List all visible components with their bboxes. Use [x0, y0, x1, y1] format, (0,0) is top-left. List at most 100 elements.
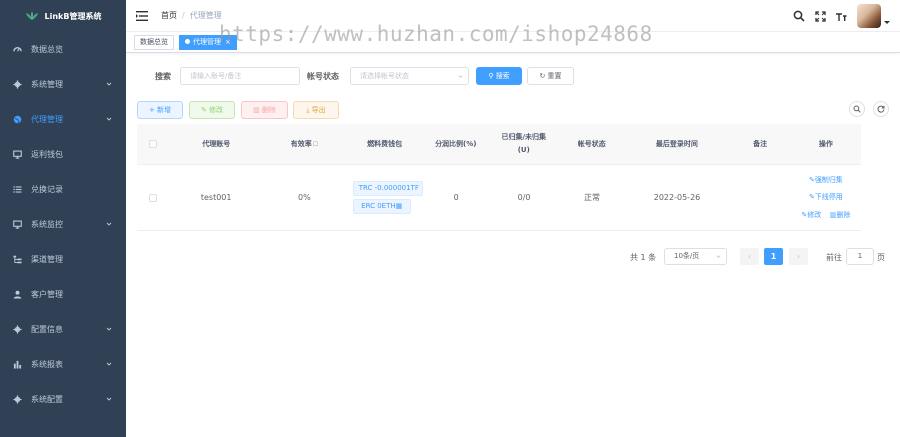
breadcrumb-home[interactable]: 首页: [161, 11, 177, 20]
sidebar-item-label: 配置信息: [31, 325, 63, 334]
bar-chart-icon: [12, 360, 22, 370]
header-last-login: 最后登录时间: [655, 139, 698, 148]
page-number-button[interactable]: 1: [764, 248, 783, 265]
avatar[interactable]: [857, 4, 881, 28]
add-button[interactable]: + 新增: [137, 101, 183, 119]
edit-button[interactable]: ✎ 修改: [189, 101, 235, 119]
search-input[interactable]: 请输入账号/备注: [180, 67, 300, 85]
page-size-value: 10条/页: [674, 252, 700, 260]
export-button-label: 导出: [311, 106, 326, 114]
goto-label: 前往: [826, 253, 842, 262]
header-select-cell: [137, 124, 169, 164]
chevron-down-icon: [716, 255, 721, 258]
header-actions: 操作: [818, 139, 833, 148]
chevron-right-icon: ›: [796, 252, 801, 261]
force-collect-label: 强制归集: [814, 175, 843, 184]
row-select-cell: [137, 165, 169, 230]
trash-icon: ▥: [253, 106, 260, 114]
row-edit-link[interactable]: ✎修改: [801, 211, 821, 219]
offline-link[interactable]: ✎下线停用: [809, 189, 843, 206]
search-icon[interactable]: [792, 9, 806, 23]
sidebar-item[interactable]: 渠道管理: [0, 242, 126, 277]
sidebar-item[interactable]: 系统管理: [0, 67, 126, 102]
sidebar-item[interactable]: 配置信息: [0, 312, 126, 347]
sidebar-item-label: 渠道管理: [31, 255, 63, 264]
row-edit-label: 修改: [807, 210, 822, 219]
app-logo[interactable]: LinkB管理系统: [0, 0, 126, 32]
reset-button[interactable]: ↻ 重置: [527, 67, 574, 85]
export-button[interactable]: ⤓ 导出: [293, 101, 339, 119]
refresh-table-button[interactable]: [873, 101, 889, 117]
sidebar-item[interactable]: 返利钱包: [0, 137, 126, 172]
sidebar-item[interactable]: 兑换记录: [0, 172, 126, 207]
sidebar: LinkB管理系统 数据总览系统管理 代理管理 返利钱包 兑换记录 系统监控渠道管理客户…: [0, 0, 126, 437]
cell-account: test001: [200, 193, 232, 202]
table-header: 代理账号 有效率 ☐ 燃料费钱包 分润比例(%) 已归集/未归集 (U) 帐号状态 …: [137, 124, 861, 165]
font-size-icon[interactable]: [834, 9, 848, 23]
sidebar-item-label: 客户管理: [31, 290, 63, 299]
qrcode-icon: ▦: [395, 202, 403, 210]
sidebar-item[interactable]: 数据总览: [0, 32, 126, 67]
refresh-icon: ↻: [539, 72, 546, 80]
logo-icon: [25, 11, 38, 20]
offline-label: 下线停用: [814, 192, 843, 201]
search-label: 搜索: [155, 72, 171, 81]
header-collected-unit: (U): [517, 146, 530, 154]
force-collect-link[interactable]: ✎强制归集: [809, 172, 843, 189]
sidebar-menu: 数据总览系统管理 代理管理 返利钱包 兑换记录 系统监控渠道管理客户管理配置信息系统报表…: [0, 32, 126, 417]
search-button-label: 搜索: [495, 72, 510, 80]
delete-button[interactable]: ▥ 删除: [241, 101, 288, 119]
monitor-icon: [12, 220, 22, 230]
delete-button-label: 删除: [261, 106, 276, 114]
header-share-ratio: 分润比例(%): [435, 139, 477, 148]
add-button-label: 新增: [157, 106, 172, 114]
search-icon: [853, 105, 861, 113]
cell-status: 正常: [583, 193, 600, 202]
wallet-trc-tag[interactable]: TRC -0.000001TF: [352, 181, 423, 196]
prev-page-button[interactable]: ‹: [740, 248, 759, 265]
sidebar-item[interactable]: 客户管理: [0, 277, 126, 312]
cell-actions: ✎强制归集 ✎下线停用 ✎修改 ▥删除: [791, 165, 861, 230]
status-select[interactable]: 请选择帐号状态: [350, 67, 469, 85]
cell-collected: 0/0: [517, 193, 531, 202]
chevron-down-icon: [106, 222, 112, 226]
wallet-erc-label: ERC 0ETH: [361, 202, 396, 210]
sidebar-item[interactable]: 系统配置: [0, 382, 126, 417]
search-button[interactable]: ⚲ 搜索: [476, 67, 522, 85]
status-label: 帐号状态: [307, 72, 339, 81]
sidebar-item[interactable]: 系统监控: [0, 207, 126, 242]
pagination-total: 共 1 条: [630, 253, 657, 262]
status-select-placeholder: 请选择帐号状态: [360, 72, 409, 80]
breadcrumb-current: 代理管理: [189, 11, 222, 20]
row-action-pair: ✎修改 ▥删除: [801, 206, 850, 224]
next-page-button[interactable]: ›: [789, 248, 808, 265]
chevron-down-icon: [106, 82, 112, 86]
fullscreen-icon[interactable]: [813, 9, 827, 23]
wallet-erc-tag[interactable]: ERC 0ETH▦: [352, 199, 411, 214]
page-size-select[interactable]: 10条/页: [664, 248, 727, 265]
tree-icon: [12, 255, 22, 265]
tag-dashboard[interactable]: 数据总览: [134, 35, 174, 50]
sidebar-item[interactable]: 系统报表: [0, 347, 126, 382]
edit-icon: ✎: [200, 106, 207, 114]
cell-fuel-wallet: TRC -0.000001TF ERC 0ETH▦: [346, 165, 424, 230]
watermark: https://www.huzhan.com/ishop24868: [219, 22, 653, 46]
hamburger-icon[interactable]: [136, 10, 148, 22]
row-checkbox[interactable]: [149, 193, 158, 202]
header-efficiency-label: 有效率: [290, 139, 312, 148]
row-delete-label: 删除: [836, 210, 851, 219]
sidebar-item-label: 系统配置: [31, 395, 63, 404]
caret-down-icon[interactable]: [884, 20, 890, 24]
active-dot-icon: [185, 39, 190, 44]
refresh-icon: [877, 105, 885, 113]
row-delete-link[interactable]: ▥删除: [830, 211, 851, 219]
user-icon: [12, 290, 22, 300]
toggle-search-button[interactable]: [849, 101, 865, 117]
select-all-checkbox[interactable]: [149, 140, 158, 148]
sidebar-item[interactable]: 代理管理: [0, 102, 126, 137]
dashboard-icon: [12, 45, 22, 55]
goto-page-input[interactable]: 1: [846, 248, 874, 265]
sidebar-item-label: 数据总览: [31, 45, 63, 54]
sidebar-item-label: 系统报表: [31, 360, 63, 369]
download-icon: ⤓: [306, 106, 310, 114]
